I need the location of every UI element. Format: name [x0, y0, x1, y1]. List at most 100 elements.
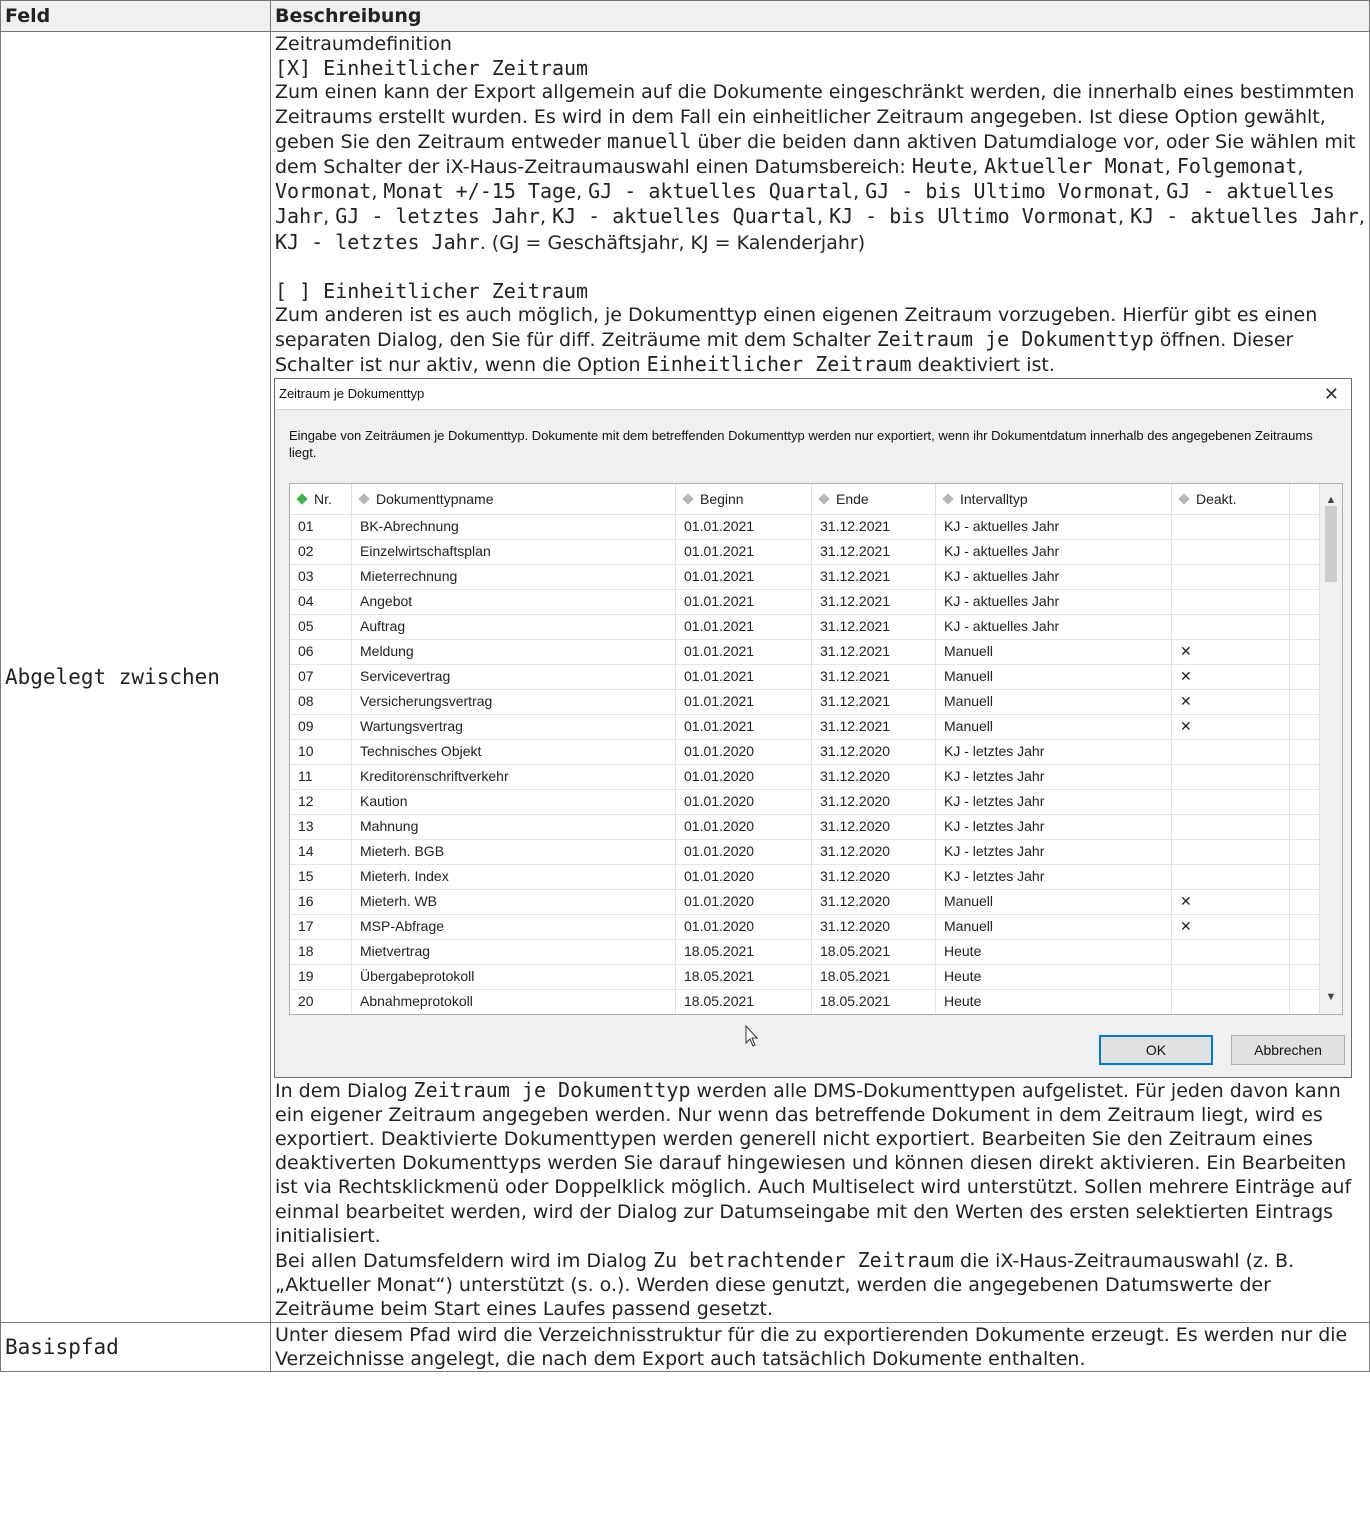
close-icon[interactable]: ✕ — [1324, 379, 1339, 409]
table-row[interactable]: 17 MSP-Abfrage 01.01.2020 31.12.2020 Manuell… — [290, 914, 1342, 940]
scroll-down-icon[interactable]: ▼ — [1320, 985, 1342, 1009]
vertical-scrollbar[interactable]: ▲ ▼ — [1319, 483, 1342, 1014]
scroll-thumb[interactable] — [1325, 505, 1337, 582]
grid-cell-spacer — [1290, 915, 1320, 939]
grid-cell: 20 — [290, 989, 352, 1014]
grid-cell: 10 — [290, 739, 352, 764]
grid-cell: 01.01.2021 — [676, 614, 812, 639]
table-row[interactable]: 16 Mieterh. WB 01.01.2020 31.12.2020 Manuell… — [290, 889, 1342, 915]
grid-cell: Meldung — [352, 639, 676, 664]
grid-cell: MSP-Abfrage — [352, 914, 676, 939]
grid-cell: KJ - aktuelles Jahr — [936, 539, 1172, 564]
grid-cell: ✕ — [1172, 714, 1290, 739]
table-row[interactable]: 14 Mieterh. BGB 01.01.2020 31.12.2020 KJ - l… — [290, 839, 1342, 865]
grid-cell: 01.01.2021 — [676, 639, 812, 664]
table-row[interactable]: 02 Einzelwirtschaftsplan 01.01.2021 31.12.2… — [290, 539, 1342, 565]
table-row[interactable]: 07 Servicevertrag 01.01.2021 31.12.2021 Manu… — [290, 664, 1342, 690]
table-row[interactable]: 18 Mietvertrag 18.05.2021 18.05.2021 Heute — [290, 939, 1342, 965]
table-row[interactable]: 01 BK-Abrechnung 01.01.2021 31.12.2021 KJ - … — [290, 514, 1342, 540]
grid-cell: 08 — [290, 689, 352, 714]
column-header[interactable]: Deakt. — [1172, 483, 1290, 514]
table-row[interactable]: 05 Auftrag 01.01.2021 31.12.2021 KJ - aktuel… — [290, 614, 1342, 640]
table-row[interactable]: 20 Abnahmeprotokoll 18.05.2021 18.05.2021 He… — [290, 989, 1342, 1014]
grid-cell: 01.01.2020 — [676, 889, 812, 914]
grid-cell: KJ - aktuelles Jahr — [936, 514, 1172, 539]
field-name: Abgelegt zwischen — [0, 31, 271, 1323]
range-option: Monat +/-15 Tage — [383, 179, 577, 204]
table-row[interactable]: 06 Meldung 01.01.2021 31.12.2021 Manuell ✕ — [290, 639, 1342, 665]
grid-cell: Angebot — [352, 589, 676, 614]
column-header[interactable]: Dokumenttypname — [352, 483, 676, 514]
grid-body: 01 BK-Abrechnung 01.01.2021 31.12.2021 KJ - … — [290, 514, 1342, 1014]
grid-cell: KJ - letztes Jahr — [936, 789, 1172, 814]
column-header[interactable]: Intervalltyp — [936, 483, 1172, 514]
grid-cell: 01.01.2020 — [676, 839, 812, 864]
table-row[interactable]: 04 Angebot 01.01.2021 31.12.2021 KJ - aktuel… — [290, 589, 1342, 615]
range-option: Vormonat — [275, 179, 372, 204]
grid-cell: 15 — [290, 864, 352, 889]
ok-button[interactable]: OK — [1099, 1034, 1213, 1065]
section-heading: Zeitraumdefinition — [275, 33, 452, 55]
grid-cell: 01.01.2020 — [676, 739, 812, 764]
grid-cell: Heute — [936, 964, 1172, 989]
header-spacer — [1290, 484, 1320, 514]
grid-cell: Kaution — [352, 789, 676, 814]
column-header[interactable]: Nr. — [290, 483, 352, 514]
grid-cell: Übergabeprotokoll — [352, 964, 676, 989]
grid-cell: ✕ — [1172, 664, 1290, 689]
grid-cell: Manuell — [936, 689, 1172, 714]
table-row: Abgelegt zwischen Zeitraumdefinition [X]… — [0, 31, 1370, 1323]
table-row[interactable]: 08 Versicherungsvertrag 01.01.2021 31.12.20… — [290, 689, 1342, 715]
grid-cell-spacer — [1290, 940, 1320, 964]
table-row[interactable]: 03 Mieterrechnung 01.01.2021 31.12.2021 KJ -… — [290, 564, 1342, 590]
table-row[interactable]: 13 Mahnung 01.01.2020 31.12.2020 KJ - letzte… — [290, 814, 1342, 840]
grid-cell-spacer — [1290, 765, 1320, 789]
grid-cell: 31.12.2021 — [812, 639, 936, 664]
table-row[interactable]: 11 Kreditorenschriftverkehr 01.01.2020 31.1… — [290, 764, 1342, 790]
grid-cell-spacer — [1290, 990, 1320, 1014]
grid-cell: 18.05.2021 — [676, 989, 812, 1014]
table-row[interactable]: 09 Wartungsvertrag 01.01.2021 31.12.2021 Man… — [290, 714, 1342, 740]
table-header-row: Feld Beschreibung — [0, 0, 1370, 32]
grid-cell-spacer — [1290, 540, 1320, 564]
table-row[interactable]: 12 Kaution 01.01.2020 31.12.2020 KJ - letzte… — [290, 789, 1342, 815]
column-header[interactable]: Beginn — [676, 483, 812, 514]
column-header[interactable]: Ende — [812, 483, 936, 514]
grid-cell: ✕ — [1172, 689, 1290, 714]
table-row[interactable]: 19 Übergabeprotokoll 18.05.2021 18.05.2021 H… — [290, 964, 1342, 990]
table-row[interactable]: 15 Mieterh. Index 01.01.2020 31.12.2020 KJ -… — [290, 864, 1342, 890]
cancel-button[interactable]: Abbrechen — [1231, 1034, 1345, 1065]
grid-cell: 01.01.2020 — [676, 764, 812, 789]
grid-cell: KJ - letztes Jahr — [936, 839, 1172, 864]
table-row: Basispfad Unter diesem Pfad wird die Ver… — [0, 1321, 1370, 1373]
grid-cell: 31.12.2021 — [812, 614, 936, 639]
document-type-grid[interactable]: Nr. Dokumenttypname Beginn Ende Intervalltyp… — [289, 482, 1343, 1015]
grid-cell: KJ - letztes Jahr — [936, 739, 1172, 764]
grid-cell — [1172, 814, 1290, 839]
grid-cell: 19 — [290, 964, 352, 989]
grid-cell: Mahnung — [352, 814, 676, 839]
option-checked: [X] Einheitlicher Zeitraum — [275, 56, 589, 81]
grid-cell: Mietvertrag — [352, 939, 676, 964]
grid-cell: Manuell — [936, 889, 1172, 914]
grid-cell: 06 — [290, 639, 352, 664]
grid-cell: Wartungsvertrag — [352, 714, 676, 739]
doc-table: Feld Beschreibung Abgelegt zwischen Zeit… — [0, 0, 1370, 1373]
table-row[interactable]: 10 Technisches Objekt 01.01.2020 31.12.2020… — [290, 739, 1342, 765]
grid-cell: 01.01.2021 — [676, 564, 812, 589]
grid-cell-spacer — [1290, 790, 1320, 814]
grid-cell: 31.12.2020 — [812, 764, 936, 789]
grid-cell: KJ - aktuelles Jahr — [936, 589, 1172, 614]
grid-cell: 01.01.2020 — [676, 864, 812, 889]
grid-cell-spacer — [1290, 815, 1320, 839]
sort-indicator-icon — [682, 492, 694, 505]
grid-cell: 01.01.2020 — [676, 914, 812, 939]
sort-indicator-icon — [818, 492, 830, 505]
grid-cell — [1172, 614, 1290, 639]
sort-indicator-icon — [296, 492, 308, 505]
grid-cell: 17 — [290, 914, 352, 939]
grid-cell-spacer — [1290, 715, 1320, 739]
sort-indicator-icon — [358, 492, 370, 505]
grid-cell: Versicherungsvertrag — [352, 689, 676, 714]
grid-cell: KJ - letztes Jahr — [936, 764, 1172, 789]
